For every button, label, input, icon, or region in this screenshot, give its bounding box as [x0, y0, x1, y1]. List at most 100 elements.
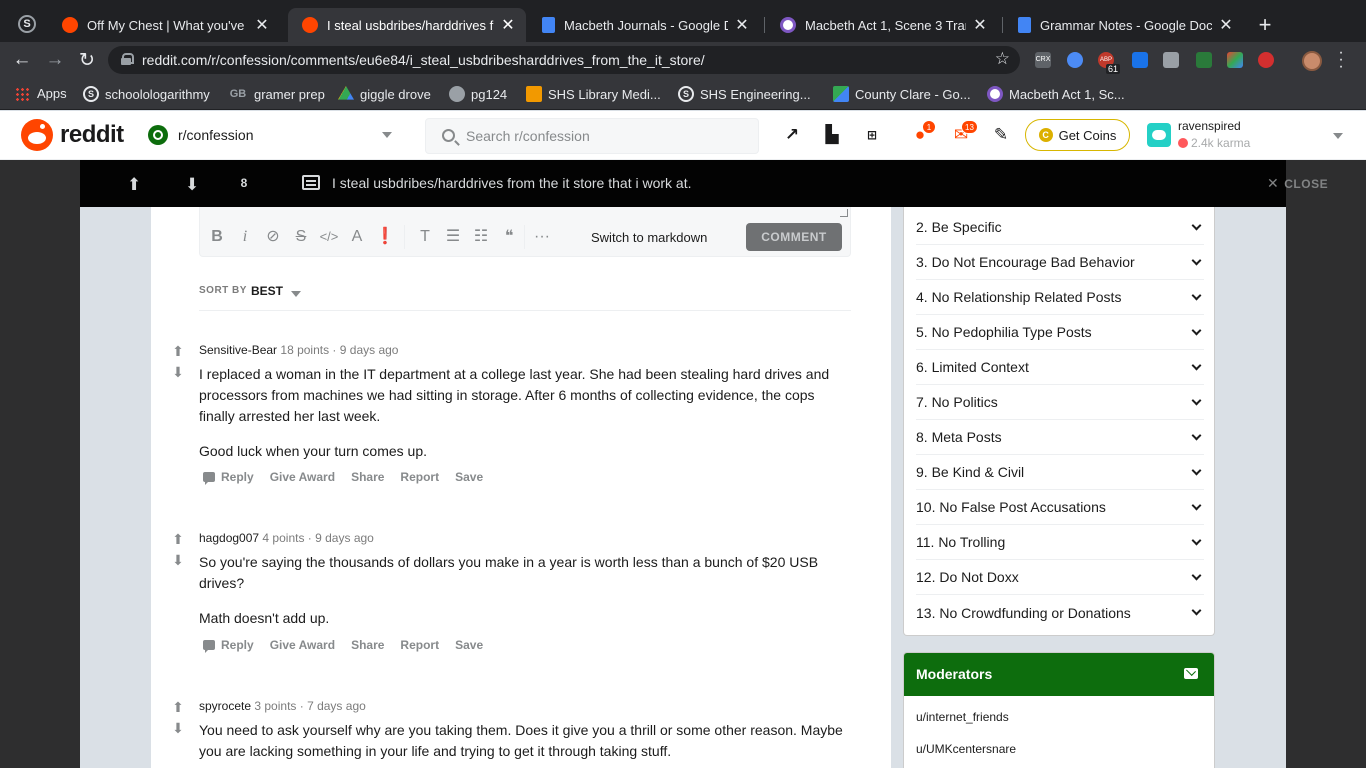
rule-item[interactable]: 8. Meta Posts — [916, 420, 1204, 455]
get-coins-button[interactable]: C Get Coins — [1025, 119, 1130, 151]
reddit-logo-icon[interactable] — [21, 119, 53, 151]
leaf-extension-icon[interactable] — [1196, 52, 1212, 68]
strikethrough-icon[interactable]: S — [291, 227, 311, 247]
bookmark-county-clare[interactable]: County Clare - Go... — [833, 86, 971, 102]
subreddit-selector[interactable]: r/confession — [148, 119, 404, 151]
rule-item[interactable]: 12. Do Not Doxx — [916, 560, 1204, 595]
user-menu[interactable]: ravenspired 2.4k karma — [1147, 119, 1347, 153]
bookmark-shs-library[interactable]: SHS Library Medi... — [526, 86, 661, 102]
comment-author[interactable]: spyrocete — [199, 699, 251, 713]
rule-item[interactable]: 5. No Pedophilia Type Posts — [916, 315, 1204, 350]
rule-item[interactable]: 2. Be Specific — [916, 210, 1204, 245]
save-button[interactable]: Save — [455, 638, 483, 652]
sort-dropdown[interactable]: BEST — [251, 284, 283, 298]
numbered-list-icon[interactable]: ☷ — [471, 227, 491, 247]
comment-editor[interactable]: B i ⊘ S </> A ❗ T ☰ ☷ ❝ ··· Switch to ma… — [199, 207, 851, 257]
address-bar[interactable]: reddit.com/r/confession/comments/eu6e84/… — [108, 46, 1020, 74]
owl-extension-icon[interactable] — [1067, 52, 1083, 68]
reload-icon[interactable]: ↻ — [76, 49, 98, 72]
bookmark-giggle-drove[interactable]: giggle drove — [338, 86, 431, 102]
comment-author[interactable]: hagdog007 — [199, 531, 259, 545]
report-button[interactable]: Report — [400, 470, 439, 484]
moderator-link[interactable]: u/UMKcentersnare — [916, 742, 1016, 756]
reddit-wordmark[interactable]: reddit — [60, 121, 124, 149]
bookmark-shs-engineering[interactable]: S SHS Engineering... — [678, 86, 811, 102]
bookmark-gramer-prep[interactable]: GB gramer prep — [228, 86, 325, 102]
create-post-pencil-icon[interactable]: ✎ — [991, 125, 1011, 145]
checkmark-extension-icon[interactable] — [1132, 52, 1148, 68]
tab-close-icon[interactable]: ✕ — [500, 15, 516, 35]
tab-close-icon[interactable]: ✕ — [254, 15, 270, 35]
bookmark-macbeth[interactable]: Macbeth Act 1, Sc... — [987, 86, 1125, 102]
downvote-arrow-icon[interactable]: ⬇ — [171, 553, 185, 567]
crx-extension-icon[interactable]: CRX — [1035, 52, 1051, 68]
rule-item[interactable]: 6. Limited Context — [916, 350, 1204, 385]
resize-handle[interactable] — [840, 209, 848, 217]
inline-code-icon[interactable]: </> — [319, 227, 339, 247]
close-button[interactable]: ✕ CLOSE — [1267, 175, 1328, 192]
tab-off-my-chest[interactable]: Off My Chest | What you've be ✕ — [48, 8, 280, 42]
moderator-link[interactable]: u/internet_friends — [916, 710, 1009, 724]
heading-icon[interactable]: T — [415, 227, 435, 247]
superscript-icon[interactable]: A — [347, 227, 367, 247]
briefcase-extension-icon[interactable] — [1163, 52, 1179, 68]
rule-item[interactable]: 13. No Crowdfunding or Donations — [916, 595, 1204, 630]
share-button[interactable]: Share — [351, 638, 384, 652]
rule-item[interactable]: 3. Do Not Encourage Bad Behavior — [916, 245, 1204, 280]
quote-block-icon[interactable]: ❝ — [499, 227, 519, 247]
italic-icon[interactable]: i — [235, 227, 255, 247]
message-mods-mail-icon[interactable] — [1184, 668, 1198, 679]
downvote-arrow-icon[interactable]: ⬇ — [171, 365, 185, 379]
downvote-arrow-icon[interactable]: ⬇ — [171, 721, 185, 735]
rule-item[interactable]: 10. No False Post Accusations — [916, 490, 1204, 525]
tab-grammar-notes[interactable]: Grammar Notes - Google Docs ✕ — [1004, 8, 1244, 42]
more-options-icon[interactable]: ··· — [532, 227, 552, 247]
bookmark-star-icon[interactable]: ☆ — [995, 49, 1010, 69]
trending-icon[interactable]: ↗ — [782, 125, 802, 145]
new-tab-plus-icon[interactable]: + — [1255, 12, 1275, 38]
share-button[interactable]: Share — [351, 470, 384, 484]
reply-button[interactable]: Reply — [221, 638, 254, 652]
bookmark-schoolologarithmy[interactable]: S schoolologarithmy — [83, 86, 210, 102]
comment-submit-button[interactable]: COMMENT — [746, 223, 842, 251]
tab-current-post[interactable]: I steal usbdribes/harddrives fro ✕ — [288, 8, 526, 42]
back-arrow-icon[interactable]: ← — [11, 49, 33, 71]
bulleted-list-icon[interactable]: ☰ — [443, 227, 463, 247]
bookmark-pg124[interactable]: pg124 — [449, 86, 507, 102]
profile-avatar[interactable] — [1302, 51, 1322, 71]
reply-button[interactable]: Reply — [221, 470, 254, 484]
tab-close-icon[interactable]: ✕ — [972, 15, 988, 35]
upvote-arrow-icon[interactable]: ⬆ — [171, 344, 185, 358]
rule-item[interactable]: 4. No Relationship Related Posts — [916, 280, 1204, 315]
report-button[interactable]: Report — [400, 638, 439, 652]
chrome-menu-icon[interactable]: · · · — [1336, 45, 1346, 75]
comment-age[interactable]: 7 days ago — [307, 699, 366, 713]
comment-age[interactable]: 9 days ago — [340, 343, 399, 357]
tab-macbeth-translation[interactable]: Macbeth Act 1, Scene 3 Transla ✕ — [766, 8, 998, 42]
link-icon[interactable]: ⊘ — [263, 227, 283, 247]
upvote-arrow-icon[interactable]: ⬆ — [171, 700, 185, 714]
upvote-arrow-icon[interactable]: ⬆ — [171, 532, 185, 546]
tab-macbeth-journals[interactable]: Macbeth Journals - Google Doc ✕ — [528, 8, 760, 42]
tab-close-icon[interactable]: ✕ — [1218, 15, 1234, 35]
chevron-down-icon[interactable] — [291, 291, 301, 297]
color-picker-extension-icon[interactable] — [1227, 52, 1243, 68]
give-award-button[interactable]: Give Award — [270, 638, 335, 652]
spoiler-icon[interactable]: ❗ — [375, 227, 395, 247]
rule-item[interactable]: 7. No Politics — [916, 385, 1204, 420]
give-award-button[interactable]: Give Award — [270, 470, 335, 484]
rule-item[interactable]: 9. Be Kind & Civil — [916, 455, 1204, 490]
search-input[interactable]: Search r/confession — [425, 118, 759, 154]
tab-close-icon[interactable]: ✕ — [734, 15, 750, 35]
bold-icon[interactable]: B — [207, 227, 227, 247]
forward-arrow-icon[interactable]: → — [44, 49, 66, 71]
upvote-arrow-icon[interactable]: ⬆ — [127, 175, 141, 195]
coins-shop-icon[interactable]: ⊞ — [862, 125, 882, 145]
save-button[interactable]: Save — [455, 470, 483, 484]
switch-to-markdown-button[interactable]: Switch to markdown — [591, 230, 707, 245]
schoology-app-icon[interactable]: S — [18, 15, 36, 33]
downvote-arrow-icon[interactable]: ⬇ — [185, 175, 199, 195]
red-extension-icon[interactable] — [1258, 52, 1274, 68]
comment-author[interactable]: Sensitive-Bear — [199, 343, 277, 357]
comment-age[interactable]: 9 days ago — [315, 531, 374, 545]
